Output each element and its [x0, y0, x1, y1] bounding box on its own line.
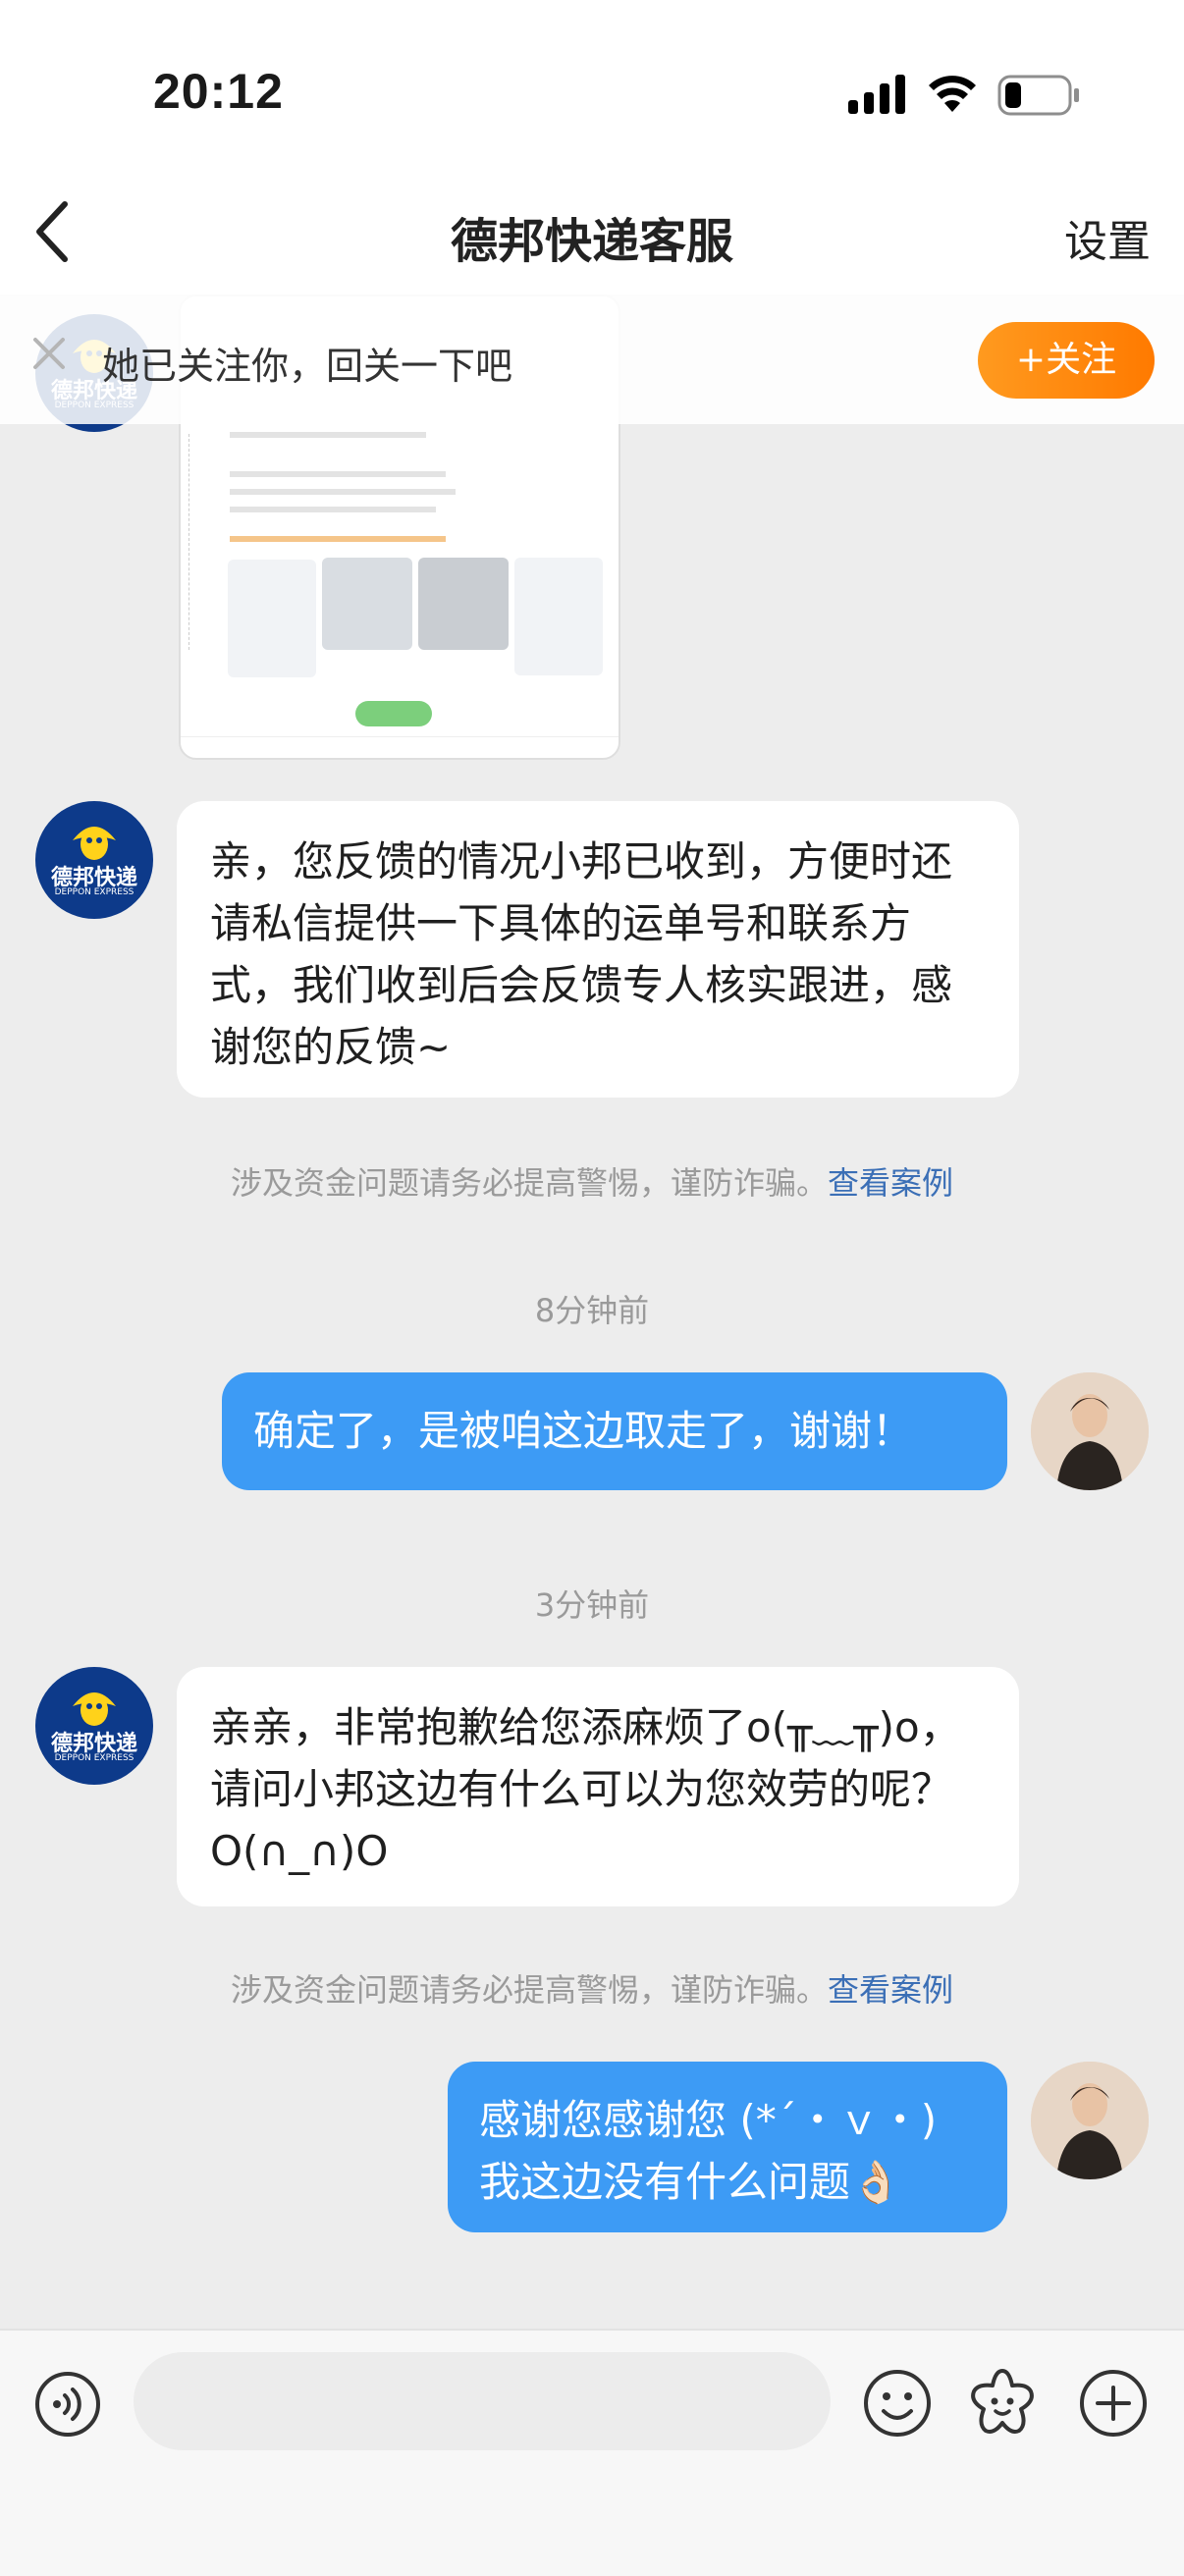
- deppon-mascot-icon: [73, 1692, 116, 1726]
- card-footer-divider: [181, 736, 619, 737]
- view-cases-link[interactable]: 查看案例: [828, 1971, 953, 2009]
- settings-button[interactable]: 设置: [1064, 206, 1151, 269]
- voice-input-icon[interactable]: [33, 2370, 102, 2439]
- view-cases-link[interactable]: 查看案例: [828, 1164, 953, 1202]
- cellular-signal-icon: [848, 75, 905, 114]
- card-thumbnail: [228, 560, 316, 677]
- user-portrait-icon: [1031, 2062, 1149, 2179]
- close-icon[interactable]: [29, 334, 69, 373]
- wifi-icon: [929, 76, 976, 112]
- card-text-line: [230, 432, 426, 438]
- card-photo: [322, 558, 412, 650]
- message-bubble-bot[interactable]: 亲，您反馈的情况小邦已收到，方便时还请私信提供一下具体的运单号和联系方式，我们收…: [177, 801, 1019, 1098]
- card-photo: [418, 558, 509, 650]
- card-green-button: [355, 701, 432, 726]
- card-text-line: [230, 507, 436, 512]
- user-avatar[interactable]: [1031, 2062, 1149, 2179]
- message-bubble-bot[interactable]: 亲亲，非常抱歉给您添麻烦了o(╥﹏╥)o，请问小邦这边有什么可以为您效劳的呢？O…: [177, 1667, 1019, 1906]
- battery-icon: [997, 75, 1079, 116]
- bot-avatar[interactable]: 德邦快递 DEPPON EXPRESS: [35, 1667, 153, 1785]
- fraud-warning: 涉及资金问题请务必提高警惕，谨防诈骗。查看案例: [0, 1965, 1184, 2011]
- card-divider: [188, 434, 199, 650]
- user-portrait-icon: [1031, 1372, 1149, 1490]
- deppon-mascot-icon: [73, 827, 116, 860]
- bot-brand-en: DEPPON EXPRESS: [54, 1753, 135, 1763]
- plus-icon[interactable]: [1078, 2368, 1149, 2439]
- fraud-warning: 涉及资金问题请务必提高警惕，谨防诈骗。查看案例: [0, 1158, 1184, 1204]
- card-text-line: [230, 471, 446, 477]
- bot-brand-en: DEPPON EXPRESS: [54, 887, 135, 897]
- sticker-star-icon[interactable]: [966, 2366, 1039, 2439]
- message-bubble-user[interactable]: 确定了，是被咱这边取走了，谢谢！: [222, 1372, 1007, 1490]
- card-hashtag-line: [230, 536, 446, 542]
- timestamp: 3分钟前: [534, 1586, 650, 1624]
- card-text-line: [230, 489, 456, 495]
- fraud-warning-text: 涉及资金问题请务必提高警惕，谨防诈骗。: [230, 1971, 828, 2009]
- follow-back-text: 她已关注你，回关一下吧: [102, 345, 513, 388]
- emoji-icon[interactable]: [862, 2368, 933, 2439]
- fraud-warning-text: 涉及资金问题请务必提高警惕，谨防诈骗。: [230, 1164, 828, 1202]
- status-time: 20:12: [153, 64, 284, 119]
- user-avatar[interactable]: [1031, 1372, 1149, 1490]
- card-thumbnail: [514, 558, 603, 675]
- follow-button[interactable]: +关注: [978, 322, 1155, 399]
- timestamp: 8分钟前: [534, 1292, 650, 1329]
- message-bubble-user[interactable]: 感谢您感谢您 (*´・ｖ・) 我这边没有什么问题👌🏻: [448, 2062, 1007, 2232]
- page-title: 德邦快递客服: [450, 214, 733, 269]
- bot-avatar[interactable]: 德邦快递 DEPPON EXPRESS: [35, 801, 153, 919]
- message-input[interactable]: [134, 2352, 831, 2450]
